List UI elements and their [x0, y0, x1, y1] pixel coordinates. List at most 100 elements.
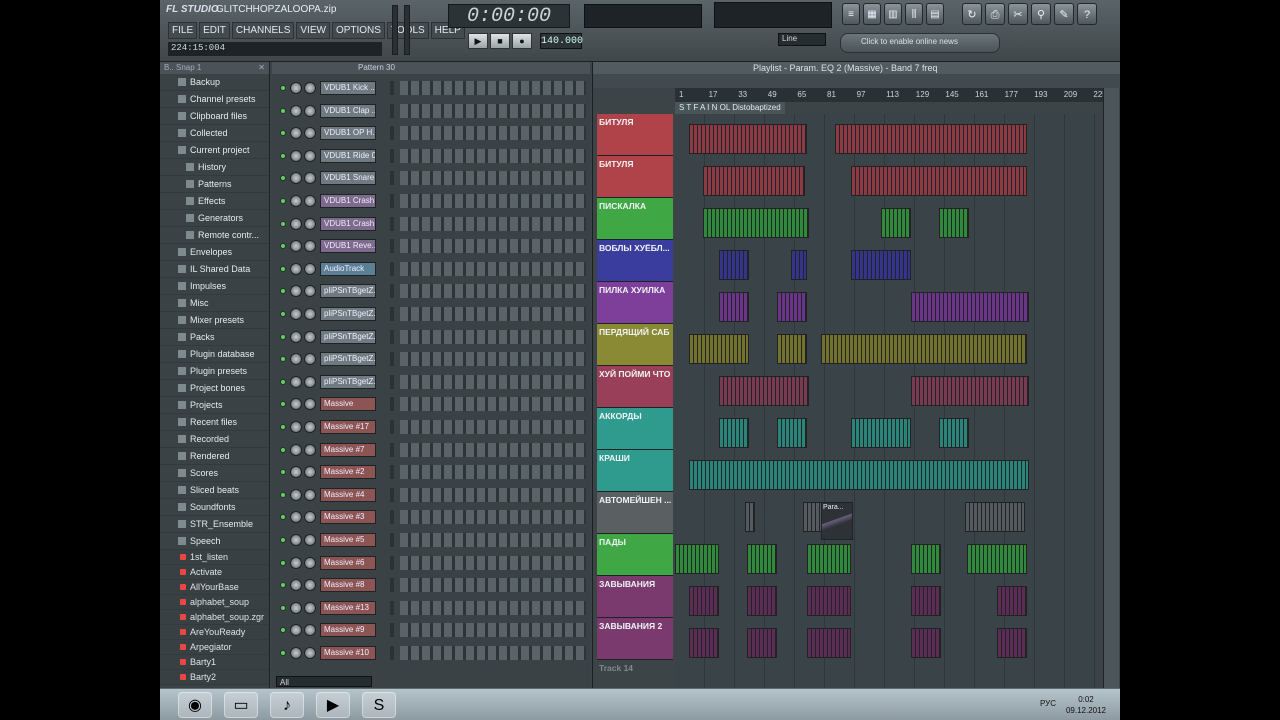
step-sequencer[interactable]	[400, 103, 586, 118]
snap-selector[interactable]: Line	[778, 33, 826, 46]
browser-item[interactable]: Barty1	[160, 655, 269, 670]
mute-led[interactable]	[280, 514, 286, 521]
pan-knob[interactable]	[290, 217, 302, 230]
pattern-clip[interactable]	[719, 418, 749, 448]
browser-item[interactable]: alphabet_soup	[160, 595, 269, 610]
track-header[interactable]: ПИСКАЛКА	[597, 198, 673, 240]
tempo-display[interactable]: 140.000	[540, 33, 583, 49]
pattern-clip[interactable]	[703, 208, 809, 238]
pattern-clip[interactable]	[939, 208, 969, 238]
channel-name-button[interactable]: Massive #4	[320, 487, 376, 502]
browser-item[interactable]: IL Shared Data	[160, 261, 269, 278]
master-volume-slider[interactable]	[392, 5, 398, 55]
browser-item[interactable]: AreYouReady	[160, 625, 269, 640]
channel-select[interactable]	[390, 148, 394, 163]
channel-name-button[interactable]: Massive #5	[320, 533, 376, 547]
pan-knob[interactable]	[290, 466, 302, 479]
channel-name-button[interactable]: VDUB1 Crash...	[320, 194, 376, 208]
step-sequencer[interactable]	[400, 623, 586, 638]
refresh-icon[interactable]: ↻	[962, 3, 982, 25]
mute-led[interactable]	[280, 152, 286, 159]
pattern-selector[interactable]: Pattern 30	[272, 62, 590, 74]
pan-knob[interactable]	[290, 647, 302, 659]
volume-knob[interactable]	[304, 647, 316, 659]
browser-item[interactable]: Plugin presets	[160, 363, 269, 380]
browser-item[interactable]: 1st_listen	[160, 550, 269, 565]
browser-item[interactable]: Impulses	[160, 278, 269, 295]
clock[interactable]: 0:02 09.12.2012	[1066, 694, 1106, 716]
menu-channels[interactable]: CHANNELS	[231, 22, 295, 39]
browser-item[interactable]: Barty2	[160, 670, 269, 685]
browser-icon[interactable]: ▤	[926, 3, 944, 25]
pan-knob[interactable]	[290, 488, 302, 501]
volume-knob[interactable]	[304, 353, 316, 366]
online-news-panel[interactable]: Click to enable online news	[840, 33, 1000, 53]
channel-select[interactable]	[390, 103, 394, 118]
volume-knob[interactable]	[304, 262, 316, 275]
track-header[interactable]: ПАДЫ	[597, 534, 673, 576]
volume-knob[interactable]	[304, 308, 316, 320]
browser-item[interactable]: Activate	[160, 565, 269, 580]
mute-led[interactable]	[280, 446, 286, 453]
channel-name-button[interactable]: Massive #17	[320, 420, 376, 434]
track-header[interactable]: БИТУЛЯ	[597, 114, 673, 156]
pattern-clip[interactable]	[997, 628, 1027, 658]
pan-knob[interactable]	[290, 262, 302, 275]
mute-led[interactable]	[280, 130, 286, 137]
browser-item[interactable]: Sliced beats	[160, 482, 269, 499]
pattern-clip[interactable]	[807, 628, 851, 658]
pattern-clip[interactable]	[911, 628, 941, 658]
channel-name-button[interactable]: pliPSnTBgetZ...	[320, 284, 376, 299]
channel-name-button[interactable]: AudioTrack	[320, 261, 376, 276]
pattern-clip[interactable]	[745, 502, 755, 532]
channel-select[interactable]	[390, 81, 394, 95]
pan-knob[interactable]	[290, 353, 302, 366]
volume-knob[interactable]	[304, 127, 316, 140]
record-button[interactable]: ●	[512, 33, 532, 49]
mute-led[interactable]	[280, 85, 286, 91]
channel-name-button[interactable]: Massive #6	[320, 555, 376, 570]
browser-item[interactable]: STR_Ensemble	[160, 516, 269, 533]
browser-item[interactable]: Projects	[160, 397, 269, 414]
fl-studio-icon[interactable]: ♪	[270, 692, 304, 718]
channel-name-button[interactable]: pliPSnTBgetZ...	[320, 374, 376, 389]
step-sequencer[interactable]	[400, 171, 586, 186]
pattern-clip[interactable]	[911, 544, 941, 574]
cut-icon[interactable]: ✂	[1008, 3, 1028, 25]
chrome-icon[interactable]: ◉	[178, 692, 212, 718]
step-sequencer[interactable]	[400, 420, 586, 434]
sony-vegas-icon[interactable]: S	[362, 692, 396, 718]
channel-name-button[interactable]: Massive	[320, 397, 376, 412]
pattern-clip[interactable]	[807, 544, 851, 574]
step-sequencer[interactable]	[400, 148, 586, 163]
pattern-clip[interactable]	[689, 628, 719, 658]
browser-item[interactable]: Arpegiator	[160, 640, 269, 655]
piano-roll-icon[interactable]: ▦	[863, 3, 881, 25]
mute-led[interactable]	[280, 243, 286, 250]
browser-item[interactable]: History	[160, 159, 269, 176]
channel-name-button[interactable]: VDUB1 Clap ...	[320, 103, 376, 118]
volume-knob[interactable]	[304, 375, 316, 388]
menu-options[interactable]: OPTIONS	[331, 22, 385, 39]
volume-knob[interactable]	[304, 488, 316, 501]
mixer-icon[interactable]: ⫼	[905, 3, 923, 25]
pattern-clip[interactable]	[997, 586, 1027, 616]
browser-item[interactable]: Channel presets	[160, 91, 269, 108]
step-sequencer[interactable]	[400, 374, 586, 389]
close-icon[interactable]: ✕	[258, 62, 265, 74]
channel-rack-icon[interactable]: ▥	[884, 3, 902, 25]
pattern-clip[interactable]	[835, 124, 1027, 154]
pattern-clip[interactable]	[675, 544, 719, 574]
step-sequencer[interactable]	[400, 194, 586, 208]
mute-led[interactable]	[280, 198, 286, 204]
pattern-clip[interactable]	[747, 544, 777, 574]
browser-item[interactable]: Plugin database	[160, 346, 269, 363]
search-icon[interactable]: ⚲	[1031, 3, 1051, 25]
volume-knob[interactable]	[304, 149, 316, 162]
pan-knob[interactable]	[290, 127, 302, 140]
step-sequencer[interactable]	[400, 329, 586, 344]
pattern-clip[interactable]	[911, 586, 941, 616]
channel-name-button[interactable]: Massive #2	[320, 465, 376, 480]
channel-select[interactable]	[390, 510, 394, 525]
channel-filter[interactable]: All	[276, 676, 372, 687]
